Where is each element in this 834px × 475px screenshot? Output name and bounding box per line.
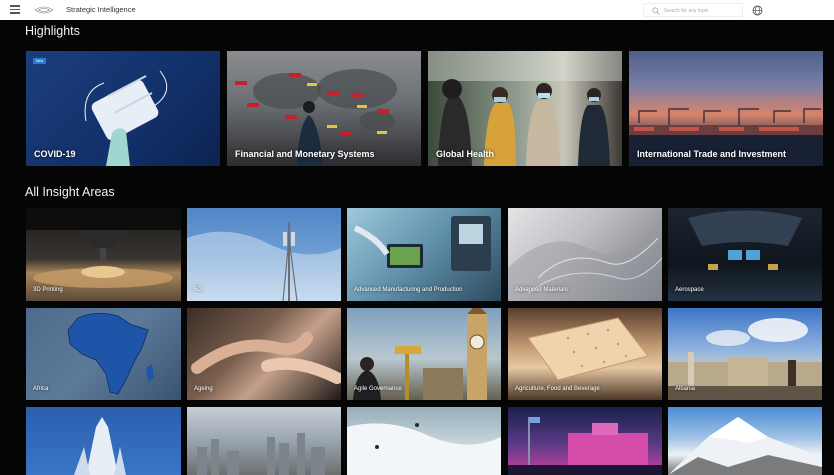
highlight-tile-global-health[interactable]: Global Health [428,51,622,166]
tile-label: COVID-19 [34,149,76,159]
night-palace-illustration [508,417,662,475]
tile-label: Advanced Materials [515,287,568,293]
tile-label: 3D Printing [33,287,63,293]
insight-tile-advanced-manufacturing-and-production[interactable]: Advanced Manufacturing and Production [347,208,501,301]
insight-tile-advanced-materials[interactable]: Advanced Materials [508,208,662,301]
search-input[interactable] [664,5,740,16]
search-box[interactable] [643,3,743,17]
insight-tile[interactable] [668,407,822,475]
new-badge: New [33,58,47,64]
tile-label: Financial and Monetary Systems [235,149,375,159]
app-title[interactable]: Strategic Intelligence [66,5,136,14]
tile-label: Agriculture, Food and Beverage [515,386,600,392]
insight-tile-africa[interactable]: Africa [26,308,181,400]
hamburger-menu-icon[interactable] [10,5,20,15]
tile-label: Aerospace [675,287,704,293]
search-icon [652,7,660,15]
insight-tile-aerospace[interactable]: Aerospace [668,208,822,301]
monument-illustration [74,417,126,475]
top-bar: Strategic Intelligence [0,0,834,20]
tile-label: Africa [33,386,49,392]
insight-tile-agriculture-food-and-beverage[interactable]: Agriculture, Food and Beverage [508,308,662,400]
insight-tile-albania[interactable]: Albania [668,308,822,400]
tile-label: International Trade and Investment [637,149,787,159]
highlight-tile-financial-and-monetary-systems[interactable]: Financial and Monetary Systems [227,51,421,166]
tile-label: 5G [194,287,203,293]
highlight-tile-international-trade-and-investment[interactable]: International Trade and Investment [629,51,823,166]
insight-tile[interactable] [347,407,501,475]
tile-label: Advanced Manufacturing and Production [354,287,463,293]
ice-landscape-illustration [347,423,501,475]
insight-tile-3d-printing[interactable]: 3D Printing [26,208,181,301]
cell-tower-illustration [187,222,341,301]
highlight-tile-covid-19[interactable]: New COVID-19 [26,51,220,166]
all-insight-areas-heading: All Insight Areas [25,185,115,199]
insight-tile[interactable] [26,407,181,475]
africa-map-illustration [67,313,154,395]
tile-label: Global Health [436,149,495,159]
tile-label: Agile Governance [354,386,402,392]
highlights-heading: Highlights [25,24,80,38]
snowy-mountain-illustration [668,417,822,475]
insight-tile-ageing[interactable]: Ageing [187,308,341,400]
insight-tile[interactable] [508,407,662,475]
skyline-illustration [197,433,325,475]
insight-tile-5g[interactable]: 5G [187,208,341,301]
globe-icon[interactable] [752,5,763,16]
insight-tile[interactable] [187,407,341,475]
tile-label: Ageing [194,386,213,392]
wef-logo[interactable] [33,4,55,16]
tile-label: Albania [675,386,696,392]
insight-tile-agile-governance[interactable]: Agile Governance [347,308,501,400]
